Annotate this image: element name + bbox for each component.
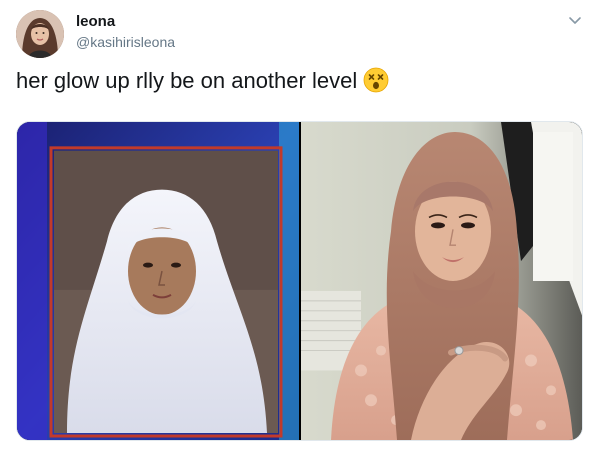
user-handle[interactable]: @kasihirisleona [76,33,175,51]
after-photo[interactable] [301,122,582,440]
avatar-image [16,10,64,58]
before-photo[interactable] [17,122,299,440]
tweet-text-content: her glow up rlly be on another level [16,68,358,93]
tweet-card[interactable]: leona @kasihirisleona her glow up rlly b… [0,0,597,462]
media-grid[interactable] [16,121,583,441]
display-name[interactable]: leona [76,13,115,31]
dizzy-face-emoji-icon [363,67,389,93]
chevron-down-icon[interactable] [567,12,583,28]
avatar[interactable] [16,10,64,58]
tweet-text: her glow up rlly be on another level [16,66,389,96]
